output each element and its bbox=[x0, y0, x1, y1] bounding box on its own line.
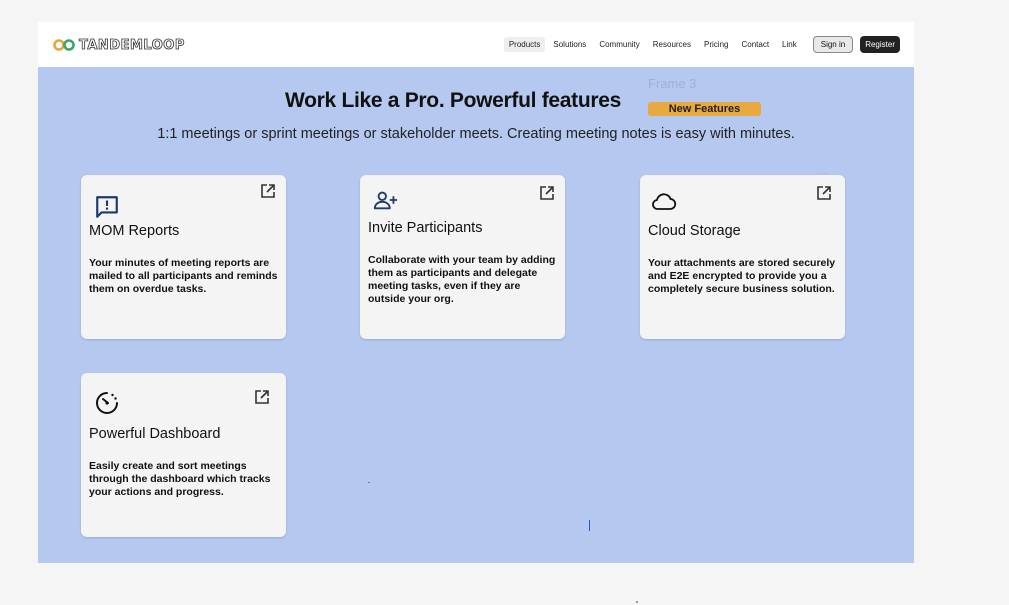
text-cursor bbox=[589, 520, 590, 531]
nav-item-products[interactable]: Products bbox=[503, 37, 546, 52]
cloud-icon bbox=[652, 193, 677, 210]
frame-label: Frame 3 bbox=[648, 76, 697, 91]
nav-item-link[interactable]: Link bbox=[777, 37, 802, 52]
nav-item-solutions[interactable]: Solutions bbox=[548, 37, 591, 52]
nav-item-pricing[interactable]: Pricing bbox=[699, 37, 733, 52]
site-header: TANDEMLOOP Products Solutions Community … bbox=[38, 22, 914, 67]
feature-description: Your minutes of meeting reports are mail… bbox=[89, 257, 278, 295]
feature-title: Invite Participants bbox=[368, 220, 483, 236]
main-nav: Products Solutions Community Resources P… bbox=[503, 36, 900, 53]
feature-card-powerful-dashboard[interactable]: Powerful Dashboard Easily create and sor… bbox=[81, 373, 286, 537]
feature-title: Cloud Storage bbox=[648, 223, 741, 239]
open-external-icon[interactable] bbox=[539, 185, 555, 201]
page-subtitle: 1:1 meetings or sprint meetings or stake… bbox=[157, 126, 795, 142]
feature-card-invite-participants[interactable]: Invite Participants Collaborate with you… bbox=[360, 175, 565, 339]
message-report-icon bbox=[96, 196, 118, 218]
feature-title: MOM Reports bbox=[89, 223, 180, 239]
register-button[interactable]: Register bbox=[860, 36, 900, 53]
nav-item-resources[interactable]: Resources bbox=[648, 37, 696, 52]
feature-description: Your attachments are stored securely and… bbox=[648, 257, 836, 295]
nav-item-contact[interactable]: Contact bbox=[736, 37, 774, 52]
canvas-artifact bbox=[368, 482, 370, 483]
feature-description: Easily create and sort meetings through … bbox=[89, 460, 271, 498]
infinity-logo-icon bbox=[53, 39, 75, 51]
open-external-icon[interactable] bbox=[816, 185, 832, 201]
feature-card-mom-reports[interactable]: MOM Reports Your minutes of meeting repo… bbox=[81, 175, 286, 339]
dashboard-timer-icon bbox=[96, 392, 118, 414]
feature-title: Powerful Dashboard bbox=[89, 426, 221, 442]
canvas-artifact bbox=[636, 601, 638, 603]
design-frame: TANDEMLOOP Products Solutions Community … bbox=[38, 22, 914, 563]
open-external-icon[interactable] bbox=[254, 389, 270, 405]
feature-description: Collaborate with your team by adding the… bbox=[368, 254, 556, 305]
page-title: Work Like a Pro. Powerful features bbox=[285, 89, 622, 112]
add-person-icon bbox=[373, 191, 398, 210]
brand-logo[interactable]: TANDEMLOOP bbox=[53, 37, 185, 53]
sign-in-button[interactable]: Sign in bbox=[812, 36, 854, 53]
brand-name: TANDEMLOOP bbox=[79, 37, 185, 53]
open-external-icon[interactable] bbox=[260, 183, 276, 199]
feature-card-cloud-storage[interactable]: Cloud Storage Your attachments are store… bbox=[640, 175, 845, 339]
new-features-badge: New Features bbox=[648, 102, 761, 116]
nav-item-community[interactable]: Community bbox=[594, 37, 644, 52]
